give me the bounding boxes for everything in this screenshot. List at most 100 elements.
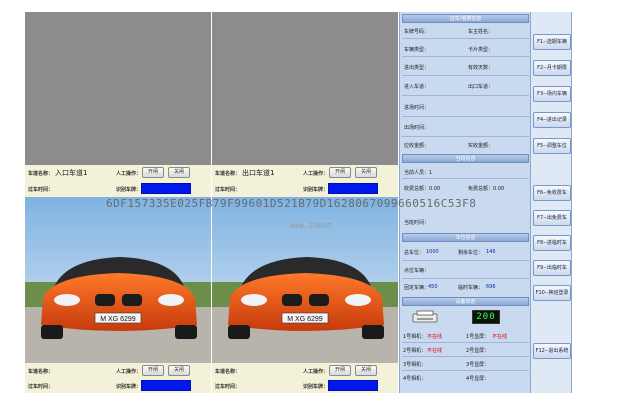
fixed-cars-value: 450 [428,284,438,290]
lane-name-label: 车道名称： [28,369,54,375]
valid-days-label: 有效天数： [468,65,494,71]
divider [402,342,529,343]
divider [402,38,529,39]
plate-label: 识别车牌： [116,384,142,390]
recognized-plate-field [328,183,378,194]
camera-view-top-left [25,12,211,165]
f5-button[interactable]: F5--调整车位 [533,138,571,154]
f10-button[interactable]: F10--换班登录 [533,285,571,301]
divider [402,75,529,76]
divider [402,370,529,371]
camera-1-status: 不在线 [427,334,443,340]
f4-button[interactable]: F4--进出记录 [533,112,571,128]
f1-button[interactable]: F1--选期车辆 [533,34,571,50]
screen-2-label: 2号显屏： [466,348,490,354]
bottom-right-lane-bar: 车道名称： 人工操作： 开闸 关闸 过车时间： 识别车牌： [212,363,398,393]
total-spaces-value: 1000 [426,249,439,255]
bottom-left-lane-bar: 车道名称： 人工操作： 开闸 关闸 过车时间： 识别车牌： [25,363,211,393]
pass-time-label: 过车时间： [215,384,241,390]
f3-button[interactable]: F3--场内车辆 [533,86,571,102]
watermark-text: 6DF157335E025FB79F99601D521B79D162806709… [106,197,477,210]
owner-label: 车主姓名： [468,29,494,35]
f8-button[interactable]: F8--进临时车 [533,235,571,251]
camera-1-label: 1号相机： [403,334,427,340]
out-time-label: 出场时间： [404,125,430,131]
temp-cars-value: 696 [486,284,496,290]
plate-no-label: 车牌号码： [404,29,430,35]
divider [402,278,529,279]
lane-name-label: 车道名称： [215,369,241,375]
function-key-column: F1--选期车辆 F2--月卡期限 F3--场内车辆 F4--进出记录 F5--… [530,12,572,393]
close-gate-button[interactable]: 关闸 [355,365,377,376]
lane-name-label: 车道名称： [28,171,54,177]
f2-button[interactable]: F2--月卡期限 [533,60,571,76]
received-label: 实收金额： [468,143,494,149]
car-photo-left: M XG 6299 [25,197,211,363]
plate-label: 识别车牌： [303,384,329,390]
section-header-passing: 过车/收费信息 [402,14,529,23]
recognized-plate-field [328,380,378,391]
camera-3-label: 3号相机： [403,362,427,368]
free-total-label: 免费总额：0.00 [468,186,505,192]
open-gate-button[interactable]: 开闸 [142,167,164,178]
car-type-label: 车辆类型： [404,47,430,53]
out-lane-label: 出口车道： [468,84,494,90]
card-type-label: 卡片类型： [468,47,494,53]
total-spaces-label: 总车位： [404,250,425,256]
fixed-cars-label: 固定车辆： [404,285,430,291]
screen-1-label: 1号显屏： [466,334,490,340]
section-header-device: 设备状态 [402,297,529,306]
divider [402,136,529,137]
remain-spaces-value: 146 [486,249,496,255]
lane-name-value: 入口车道1 [55,169,88,177]
remain-spaces-label: 剩余车位： [458,250,484,256]
spot-spaces-label: 点位车辆： [404,268,430,274]
plate-label: 识别车牌： [116,187,142,193]
entry-lane-bar: 车道名称： 入口车道1 人工操作： 开闸 关闸 过车时间： 识别车牌： [25,165,211,197]
temp-cars-label: 临时车辆： [458,285,484,291]
printer-icon [412,310,438,323]
pass-time-label: 过车时间： [28,187,54,193]
lcd-display: 200 [472,310,500,324]
screen-4-label: 4号显屏： [466,376,490,382]
watermark-sub: WWW.ZHUNT [290,222,333,230]
f6-button[interactable]: F6--免收费车 [533,185,571,201]
screen-3-label: 3号显屏： [466,362,490,368]
camera-view-top-right [212,12,398,165]
pass-time-label: 过车时间： [215,187,241,193]
divider [402,95,529,96]
camera-2-status: 不在线 [427,348,443,354]
f9-button[interactable]: F9--出临时车 [533,260,571,276]
recognized-plate-field [141,183,191,194]
divider [402,178,529,179]
manual-op-label: 人工操作： [116,171,142,177]
screen-1-status: 不在线 [492,334,508,340]
plate-number: M XG 6299 [287,316,323,323]
manual-op-label: 人工操作： [303,171,329,177]
open-gate-button[interactable]: 开闸 [329,167,351,178]
plate-number: M XG 6299 [100,316,136,323]
in-lane-label: 进入车道： [404,84,430,90]
in-out-type-label: 进出类型： [404,65,430,71]
in-time-label: 进场时间： [404,105,430,111]
manual-op-label: 人工操作： [116,369,142,375]
exit-lane-bar: 车道名称： 出口车道1 人工操作： 开闸 关闸 过车时间： 识别车牌： [212,165,398,197]
close-gate-button[interactable]: 关闸 [168,167,190,178]
plate-label: 识别车牌： [303,187,329,193]
divider [402,356,529,357]
section-header-spaces: 车位信息 [402,233,529,242]
duty-person-label: 当前人员：1 [404,170,433,176]
f7-button[interactable]: F7--出免费车 [533,210,571,226]
close-gate-button[interactable]: 关闸 [355,167,377,178]
f12-button[interactable]: F12--退出系统 [533,343,571,359]
manual-op-label: 人工操作： [303,369,329,375]
open-gate-button[interactable]: 开闸 [142,365,164,376]
recognized-plate-field [141,380,191,391]
fee-total-label: 收费总额：0.00 [404,186,441,192]
camera-4-label: 4号相机： [403,376,427,382]
open-gate-button[interactable]: 开闸 [329,365,351,376]
pass-time-label: 过车时间： [28,384,54,390]
lane-name-value: 出口车道1 [242,169,275,177]
divider [402,116,529,117]
close-gate-button[interactable]: 关闸 [168,365,190,376]
